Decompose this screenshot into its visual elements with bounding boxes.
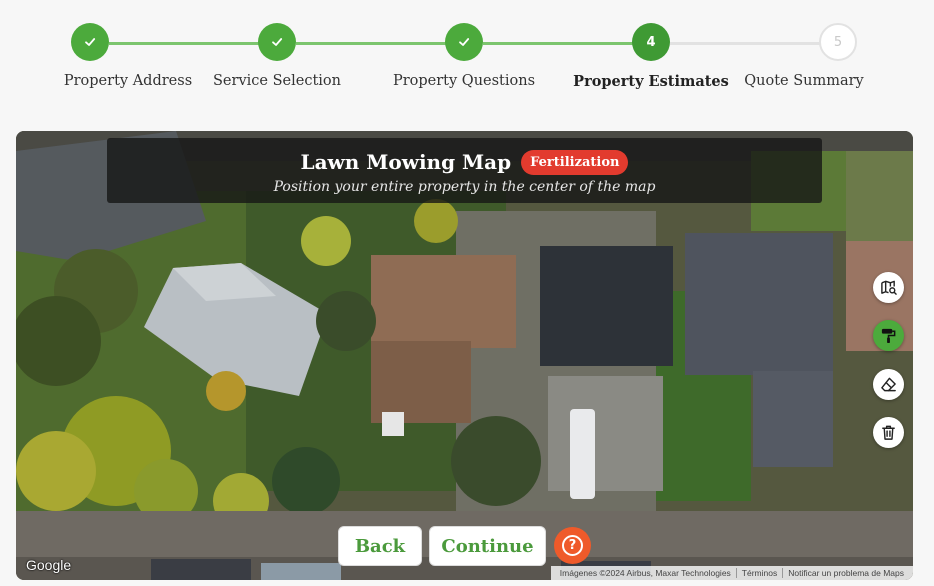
- help-button[interactable]: ?: [554, 527, 591, 564]
- back-button[interactable]: Back: [338, 526, 422, 566]
- step-1-check-icon[interactable]: [71, 23, 109, 61]
- report-problem-link[interactable]: Notificar un problema de Maps: [782, 568, 909, 578]
- step-connector-2: [296, 42, 446, 45]
- imagery-credit: Imágenes ©2024 Airbus, Maxar Technologie…: [559, 568, 731, 578]
- map-instructions: Position your entire property in the cen…: [273, 179, 656, 195]
- step-2-check-icon[interactable]: [258, 23, 296, 61]
- step-5-label: Quote Summary: [744, 73, 864, 89]
- step-2-label[interactable]: Service Selection: [187, 73, 367, 89]
- question-circle-icon: ?: [562, 535, 583, 556]
- step-connector-3: [483, 42, 634, 45]
- map-attribution: Imágenes ©2024 Airbus, Maxar Technologie…: [550, 566, 913, 580]
- map-search-icon[interactable]: [873, 272, 904, 303]
- google-logo: Google: [26, 557, 72, 573]
- satellite-map[interactable]: Lawn Mowing Map Fertilization Position yo…: [16, 131, 913, 580]
- terms-link[interactable]: Términos: [735, 568, 782, 578]
- step-3-check-icon[interactable]: [445, 23, 483, 61]
- trash-icon[interactable]: [873, 417, 904, 448]
- step-4-number: 4: [632, 23, 670, 61]
- step-3-label[interactable]: Property Questions: [374, 73, 554, 89]
- progress-stepper: 4 5 Property Address Service Selection P…: [0, 0, 934, 120]
- step-connector-1: [109, 42, 259, 45]
- step-connector-4: [670, 42, 821, 45]
- step-5-number: 5: [819, 23, 857, 61]
- eraser-icon[interactable]: [873, 369, 904, 400]
- paint-roller-icon[interactable]: [873, 320, 904, 351]
- service-badge: Fertilization: [521, 150, 629, 175]
- map-instruction-banner: Lawn Mowing Map Fertilization Position yo…: [107, 138, 822, 203]
- continue-button[interactable]: Continue: [429, 526, 546, 566]
- map-title: Lawn Mowing Map: [300, 150, 512, 174]
